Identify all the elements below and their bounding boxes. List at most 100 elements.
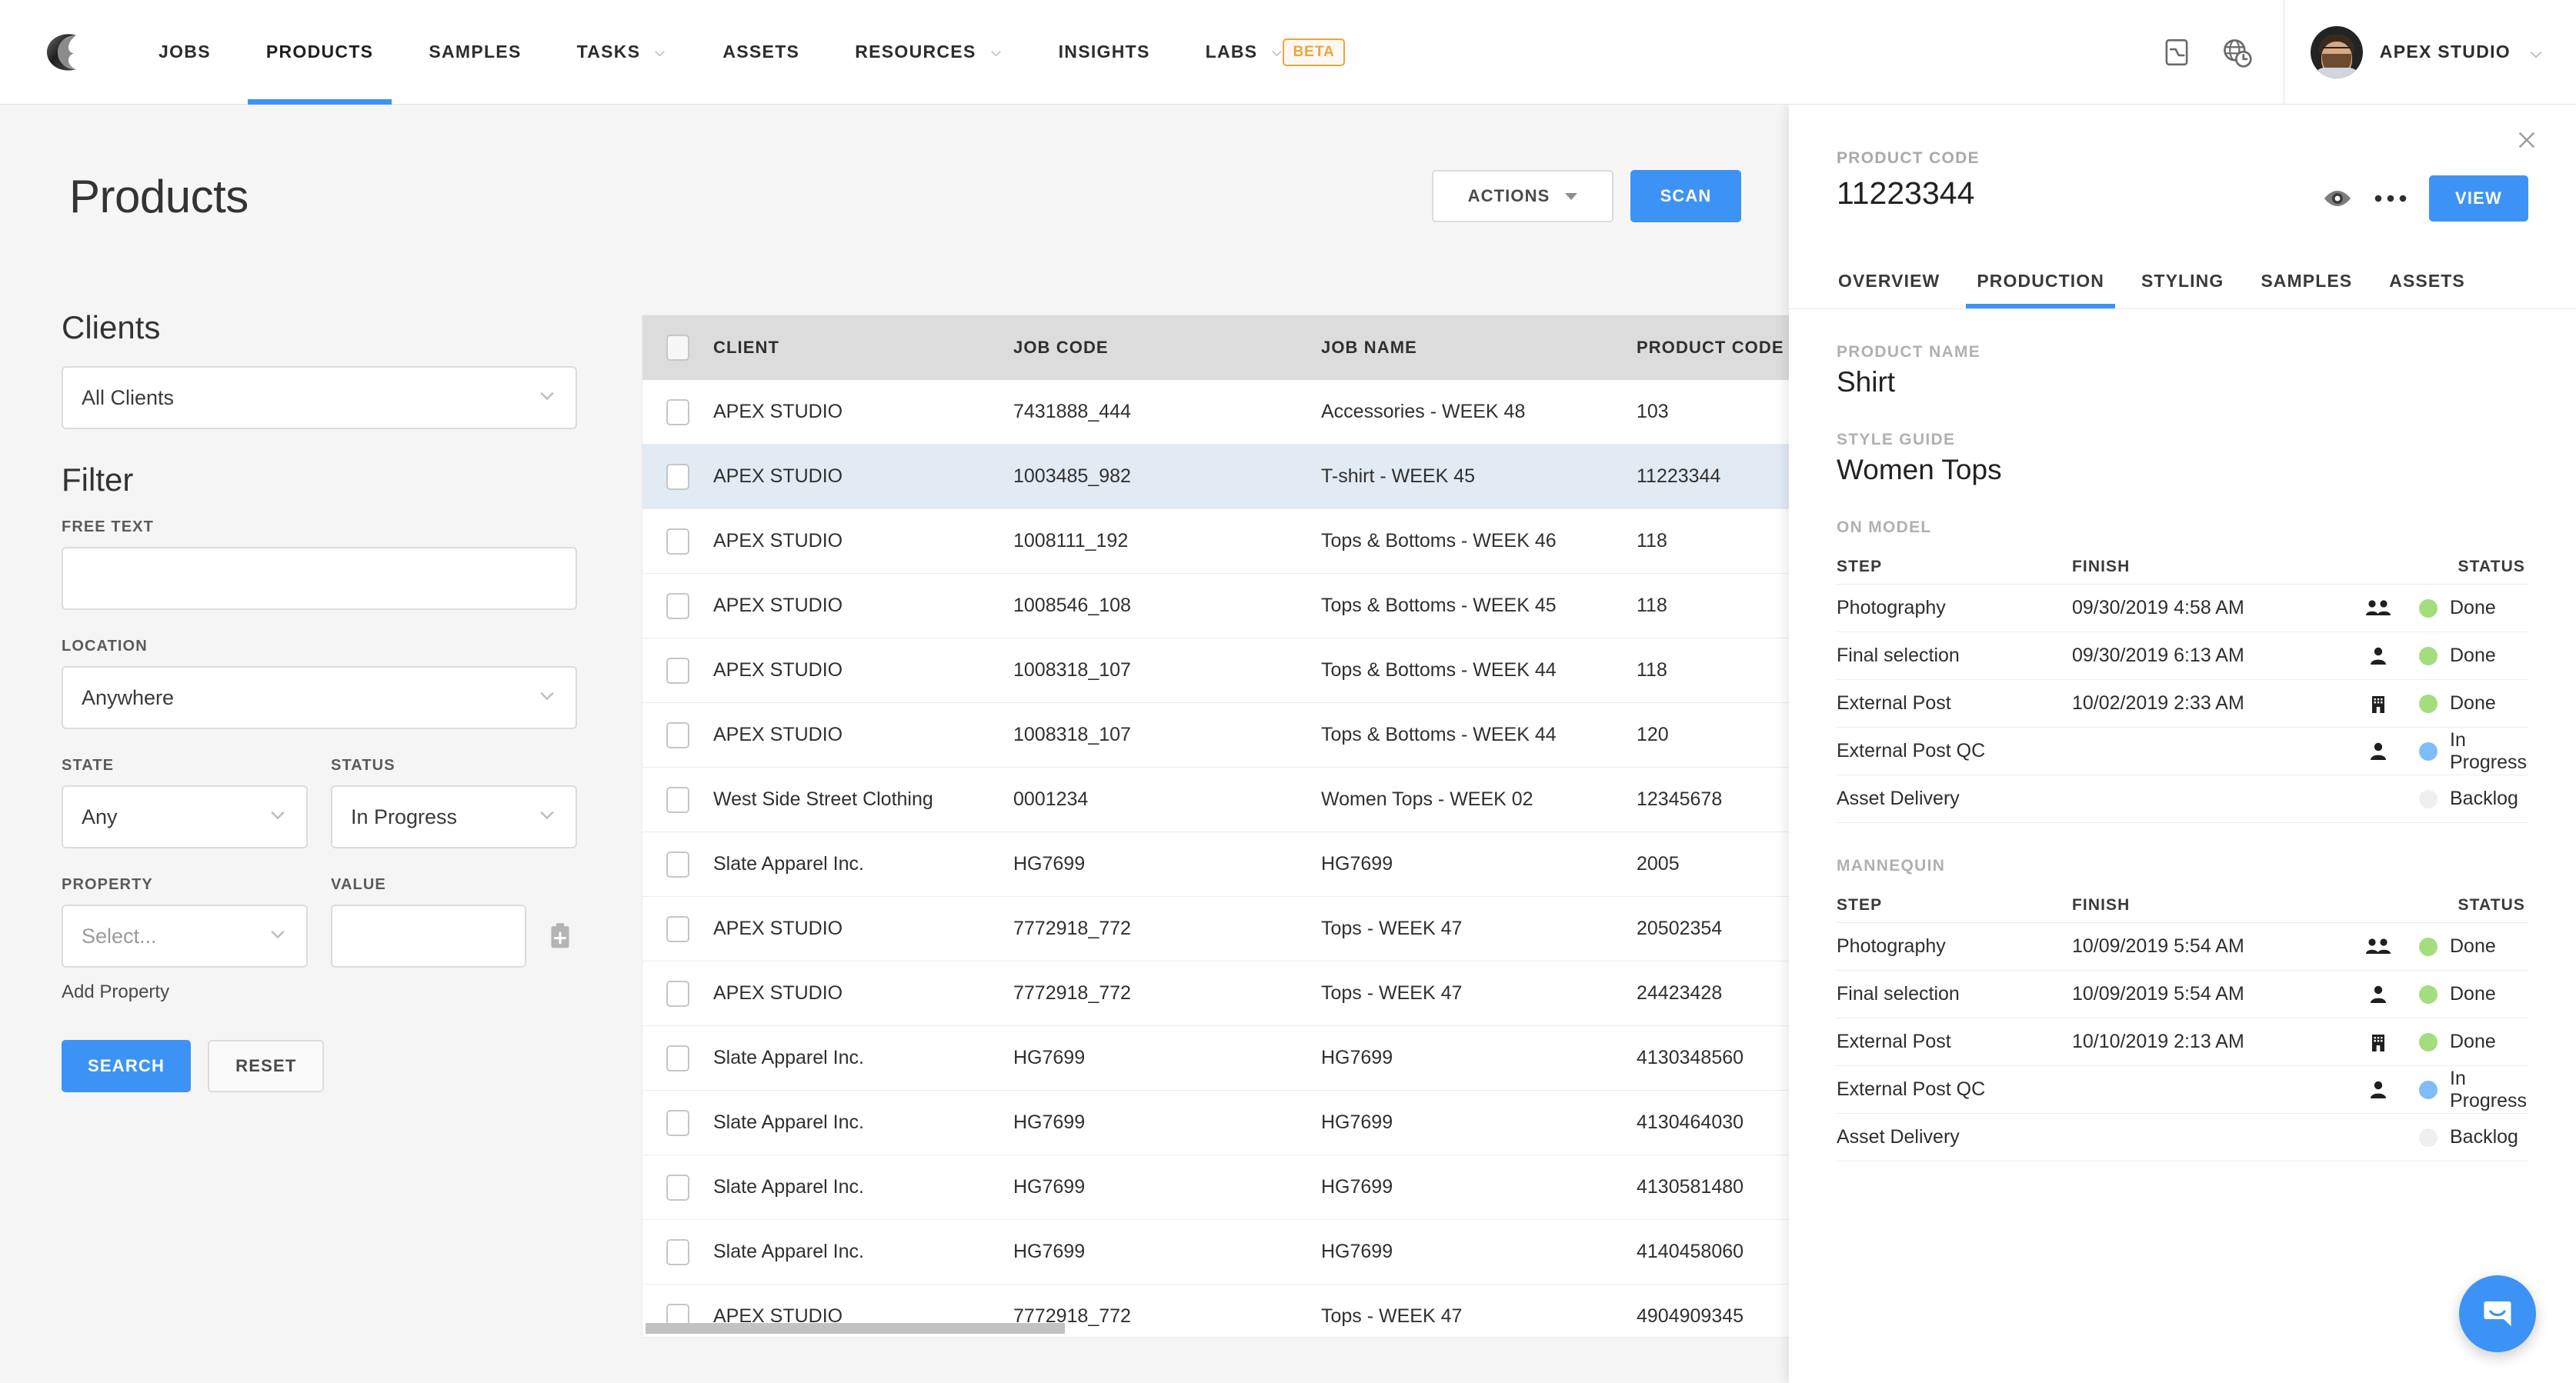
add-property-link[interactable]: Add Property — [62, 981, 169, 1003]
free-text-input[interactable] — [62, 547, 577, 610]
row-checkbox[interactable] — [666, 463, 689, 490]
tab-styling[interactable]: STYLING — [2123, 271, 2242, 308]
step-row[interactable]: Final selection 09/30/2019 6:13 AM Done — [1837, 632, 2528, 680]
column-header-client[interactable]: CLIENT — [713, 338, 1013, 358]
row-checkbox[interactable] — [666, 851, 689, 878]
cell-job-name: HG7699 — [1321, 1176, 1393, 1198]
table-row[interactable]: APEX STUDIO 7772918_772 Tops - WEEK 47 2442… — [642, 961, 1789, 1026]
nav-item-insights[interactable]: INSIGHTS — [1031, 0, 1178, 105]
row-checkbox[interactable] — [666, 915, 689, 942]
step-row[interactable]: External Post 10/02/2019 2:33 AM Done — [1837, 680, 2528, 728]
cell-product-code: 4140458060 — [1637, 1241, 1744, 1262]
column-header-product-code[interactable]: PRODUCT CODE — [1637, 338, 1789, 358]
cell-job-name: HG7699 — [1321, 1111, 1393, 1133]
table-row[interactable]: Slate Apparel Inc. HG7699 HG7699 4130464030 — [642, 1091, 1789, 1155]
intercom-chat-button[interactable] — [2459, 1275, 2536, 1352]
step-row[interactable]: External Post 10/10/2019 2:13 AM Done — [1837, 1018, 2528, 1066]
step-row[interactable]: Photography 09/30/2019 4:58 AM Done — [1837, 585, 2528, 632]
row-checkbox[interactable] — [666, 592, 689, 619]
nav-item-resources[interactable]: RESOURCES — [827, 0, 1030, 105]
nav-item-tasks[interactable]: TASKS — [549, 0, 696, 105]
row-checkbox[interactable] — [666, 786, 689, 813]
product-code-value: 11223344 — [1837, 175, 1975, 211]
globe-clock-icon[interactable] — [2207, 0, 2267, 105]
nav-item-jobs[interactable]: JOBS — [131, 0, 239, 105]
step-name: Photography — [1837, 597, 1946, 618]
table-row[interactable]: APEX STUDIO 7431888_444 Accessories - WEEK… — [642, 380, 1789, 445]
row-checkbox[interactable] — [666, 1109, 689, 1136]
clients-select[interactable]: All Clients — [62, 366, 577, 429]
row-checkbox[interactable] — [666, 721, 689, 748]
detail-header: PRODUCT CODE 11223344 VIEW — [1789, 105, 2576, 222]
step-row[interactable]: External Post QC In Progress — [1837, 728, 2528, 775]
table-row[interactable]: APEX STUDIO 1008111_192 Tops & Bottoms - W… — [642, 509, 1789, 574]
row-select-cell — [642, 721, 713, 748]
close-icon[interactable] — [2510, 123, 2544, 157]
view-button[interactable]: VIEW — [2428, 175, 2528, 222]
step-row[interactable]: Photography 10/09/2019 5:54 AM Done — [1837, 923, 2528, 971]
value-input[interactable] — [331, 905, 526, 968]
row-checkbox[interactable] — [666, 398, 689, 425]
row-select-cell — [642, 851, 713, 878]
row-checkbox[interactable] — [666, 528, 689, 555]
column-header-status: STATUS — [2458, 895, 2525, 914]
table-horizontal-scrollbar[interactable] — [642, 1320, 1789, 1337]
state-select[interactable]: Any — [62, 785, 308, 848]
table-row[interactable]: West Side Street Clothing 0001234 Women To… — [642, 768, 1789, 832]
status-select[interactable]: In Progress — [331, 785, 577, 848]
step-table-header: STEP FINISH STATUS — [1837, 888, 2528, 923]
state-status-row: STATE Any STATUS In Progress — [62, 757, 577, 848]
table-row[interactable]: APEX STUDIO 1008546_108 Tops & Bottoms - W… — [642, 574, 1789, 638]
location-select[interactable]: Anywhere — [62, 666, 577, 729]
eye-icon[interactable] — [2323, 188, 2352, 208]
more-dots-icon[interactable] — [2374, 193, 2407, 204]
cell-job-code: HG7699 — [1013, 1047, 1086, 1068]
step-row[interactable]: Asset Delivery Backlog — [1837, 1114, 2528, 1161]
step-row[interactable]: Final selection 10/09/2019 5:54 AM Done — [1837, 971, 2528, 1018]
row-checkbox[interactable] — [666, 1045, 689, 1071]
table-row[interactable]: APEX STUDIO 1003485_982 T-shirt - WEEK 45 1… — [642, 445, 1789, 509]
table-row[interactable]: Slate Apparel Inc. HG7699 HG7699 4130348560 — [642, 1026, 1789, 1091]
scan-button[interactable]: SCAN — [1630, 170, 1741, 222]
scrollbar-thumb[interactable] — [646, 1323, 1065, 1334]
add-clipboard-icon[interactable] — [543, 905, 577, 968]
table-row[interactable]: Slate Apparel Inc. HG7699 HG7699 4130581480 — [642, 1155, 1789, 1220]
cell-job-code: HG7699 — [1013, 1111, 1086, 1133]
nav-item-assets[interactable]: ASSETS — [695, 0, 827, 105]
product-name-label: PRODUCT NAME — [1837, 343, 1981, 361]
row-select-cell — [642, 915, 713, 942]
reset-button[interactable]: RESET — [208, 1040, 325, 1092]
step-row[interactable]: Asset Delivery Backlog — [1837, 775, 2528, 823]
user-menu[interactable]: APEX STUDIO — [2310, 25, 2576, 78]
table-row[interactable]: Slate Apparel Inc. HG7699 HG7699 4140458060 — [642, 1220, 1789, 1285]
logo-container[interactable] — [0, 28, 131, 77]
table-row[interactable]: Slate Apparel Inc. HG7699 HG7699 2005 — [642, 832, 1789, 897]
shortcut-panel-icon[interactable] — [2147, 0, 2207, 105]
actions-button[interactable]: ACTIONS — [1432, 170, 1613, 222]
nav-label: SAMPLES — [429, 42, 522, 62]
column-header-job-code[interactable]: JOB CODE — [1013, 338, 1321, 358]
column-header-job-name[interactable]: JOB NAME — [1321, 338, 1637, 358]
property-select[interactable]: Select... — [62, 905, 308, 968]
nav-item-labs[interactable]: LABS BETA — [1178, 0, 1373, 105]
search-button[interactable]: SEARCH — [62, 1040, 192, 1092]
table-row[interactable]: APEX STUDIO 1008318_107 Tops & Bottoms - W… — [642, 638, 1789, 703]
step-row[interactable]: External Post QC In Progress — [1837, 1066, 2528, 1114]
row-select-cell — [642, 1174, 713, 1201]
row-checkbox[interactable] — [666, 657, 689, 684]
row-checkbox[interactable] — [666, 1174, 689, 1201]
select-all-checkbox[interactable] — [666, 335, 689, 361]
row-checkbox[interactable] — [666, 1238, 689, 1265]
tab-overview[interactable]: OVERVIEW — [1820, 271, 1958, 308]
nav-item-samples[interactable]: SAMPLES — [401, 0, 549, 105]
cell-product-code: 118 — [1637, 659, 1667, 681]
cell-product-code: 20502354 — [1637, 918, 1723, 939]
nav-item-products[interactable]: PRODUCTS — [239, 0, 401, 105]
tab-production[interactable]: PRODUCTION — [1958, 271, 2123, 308]
nav-label: JOBS — [158, 42, 211, 62]
tab-assets[interactable]: ASSETS — [2371, 271, 2484, 308]
tab-samples[interactable]: SAMPLES — [2242, 271, 2371, 308]
table-row[interactable]: APEX STUDIO 7772918_772 Tops - WEEK 47 2050… — [642, 897, 1789, 961]
row-checkbox[interactable] — [666, 980, 689, 1007]
table-row[interactable]: APEX STUDIO 1008318_107 Tops & Bottoms - W… — [642, 703, 1789, 768]
